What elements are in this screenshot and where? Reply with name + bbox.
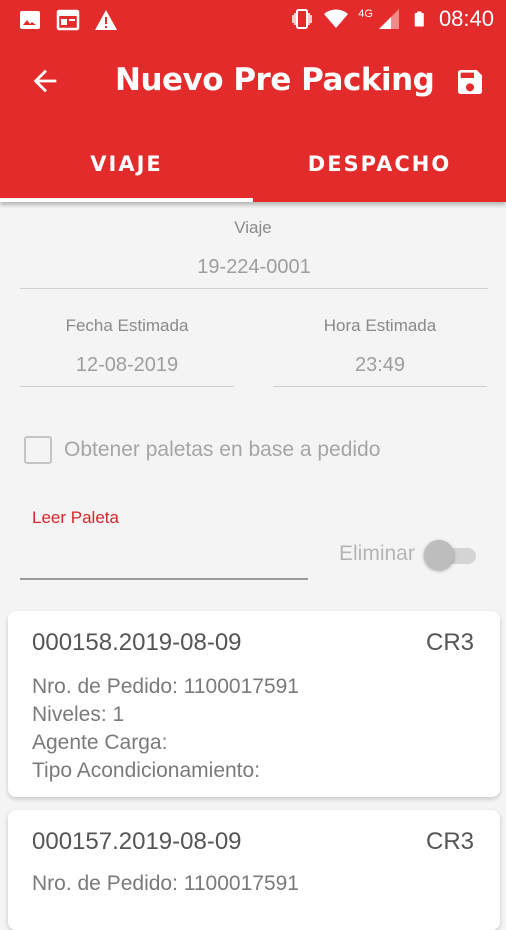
tab-viaje[interactable]: VIAJE [0, 126, 253, 202]
viaje-label: Viaje [234, 218, 272, 237]
leer-paleta-label: Leer Paleta [32, 508, 119, 527]
paleta-card[interactable]: 000157.2019-08-09 CR3 Nro. de Pedido: 11… [8, 810, 500, 930]
wifi-icon [324, 9, 349, 28]
hora-estimada-field[interactable]: 23:49 [273, 354, 487, 377]
obtener-paletas-label[interactable]: Obtener paletas en base a pedido [64, 438, 380, 462]
leer-paleta-input[interactable] [20, 534, 308, 574]
notification-icons [18, 8, 118, 32]
hora-estimada-label: Hora Estimada [323, 316, 437, 335]
eliminar-switch[interactable] [424, 540, 478, 570]
app-bar: Nuevo Pre Packing [0, 40, 506, 126]
viaje-field[interactable]: 19-224-0001 [20, 256, 488, 279]
save-icon[interactable] [454, 66, 486, 98]
fecha-estimada-field[interactable]: 12-08-2019 [20, 354, 234, 377]
obtener-paletas-checkbox[interactable] [24, 436, 52, 464]
fecha-underline [20, 386, 234, 387]
vibrate-icon [292, 9, 312, 29]
switch-thumb [424, 540, 454, 570]
paleta-code: CR3 [425, 629, 474, 656]
system-icons: 4G 08:40 [290, 6, 494, 32]
page-title: Nuevo Pre Packing [115, 62, 435, 98]
paleta-id: 000158.2019-08-09 [32, 629, 242, 656]
nro-pedido: Nro. de Pedido: 1100017591 [32, 675, 299, 698]
paleta-card[interactable]: 000158.2019-08-09 CR3 Nro. de Pedido: 11… [8, 611, 500, 797]
calendar-icon [56, 9, 80, 31]
tab-indicator [0, 198, 253, 202]
status-bar: 4G 08:40 [0, 0, 506, 40]
fecha-estimada-label: Fecha Estimada [65, 316, 189, 335]
signal-icon [378, 9, 399, 29]
battery-icon [414, 11, 424, 27]
tipo-acondicionamiento: Tipo Acondicionamiento: [32, 759, 261, 782]
paleta-id: 000157.2019-08-09 [32, 828, 242, 855]
tab-despacho[interactable]: DESPACHO [253, 126, 506, 202]
nro-pedido: Nro. de Pedido: 1100017591 [32, 872, 299, 895]
leer-paleta-underline [20, 578, 308, 580]
tab-bar: VIAJE DESPACHO [0, 126, 506, 202]
viaje-underline [20, 288, 488, 289]
eliminar-label: Eliminar [339, 542, 415, 565]
clock: 08:40 [438, 6, 494, 31]
niveles: Niveles: 1 [32, 703, 125, 726]
warning-icon [95, 10, 117, 30]
image-icon [20, 11, 40, 29]
paleta-code: CR3 [425, 828, 474, 855]
agente-carga: Agente Carga: [32, 731, 168, 754]
network-type-label: 4G [358, 8, 373, 20]
arrow-back-icon[interactable] [28, 64, 62, 98]
hora-underline [273, 386, 487, 387]
